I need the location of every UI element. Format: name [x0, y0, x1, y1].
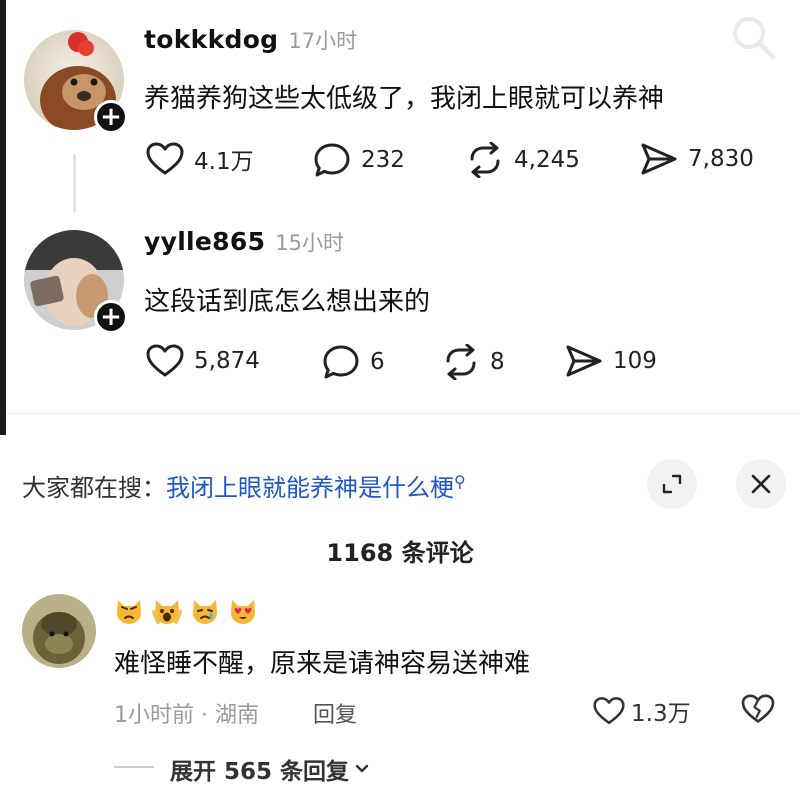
reply-button[interactable]: 回复 [313, 697, 357, 729]
pouting-cat-icon [117, 600, 141, 624]
share-button[interactable]: 7,830 [640, 142, 754, 176]
expand-divider [114, 766, 154, 768]
repost-button[interactable]: 4,245 [466, 142, 580, 178]
expand-sheet-button[interactable] [647, 459, 697, 509]
share-count: 7,830 [688, 146, 754, 172]
comment-count: 232 [361, 147, 405, 173]
like-button[interactable]: 4.1万 [146, 142, 254, 176]
search-icon[interactable] [730, 14, 778, 62]
like-count: 5,874 [194, 348, 260, 374]
thread-connector-line [73, 154, 76, 212]
close-button[interactable] [736, 459, 786, 509]
repost-count: 8 [490, 349, 505, 375]
post-text: 这段话到底怎么想出来的 [144, 287, 431, 317]
comment-button[interactable]: 6 [322, 344, 385, 380]
post-header: tokkkdog 17小时 [144, 25, 357, 55]
share-button[interactable]: 109 [565, 344, 657, 378]
weary-cat-icon [152, 600, 182, 624]
post-header: yylle865 15小时 [144, 227, 344, 257]
like-count: 4.1万 [194, 149, 254, 175]
repost-icon [446, 344, 476, 380]
repost-button[interactable]: 8 [442, 344, 505, 380]
post-time: 17小时 [288, 29, 358, 53]
repost-icon [470, 142, 500, 178]
suggestion-lead: 大家都在搜： [22, 474, 166, 502]
comment-meta: 1小时前 · 湖南 [114, 703, 259, 728]
screen-edge [0, 0, 6, 435]
heart-eyes-cat-icon [231, 600, 255, 624]
heart-icon [146, 344, 184, 377]
comment-bubble-icon [314, 143, 350, 177]
comment-button[interactable]: 232 [313, 142, 405, 178]
close-icon [751, 474, 771, 494]
share-count: 109 [613, 348, 657, 374]
comment-count: 6 [370, 349, 385, 375]
send-icon [566, 345, 602, 377]
follow-plus-badge[interactable]: + [94, 100, 128, 134]
send-icon [641, 143, 677, 175]
search-small-icon: ⚲ [454, 472, 466, 491]
crying-cat-icon [193, 600, 217, 624]
avatar[interactable] [22, 594, 96, 668]
suggestion-query-link[interactable]: 我闭上眼就能养神是什么梗 [166, 474, 454, 502]
username[interactable]: yylle865 [144, 227, 265, 256]
post-text: 养猫养狗这些太低级了，我闭上眼就可以养神 [144, 84, 665, 114]
username[interactable]: tokkkdog [144, 25, 278, 54]
post-time: 15小时 [275, 231, 345, 255]
expand-replies-label: 展开 565 条回复 [170, 759, 350, 785]
expand-icon [662, 474, 682, 494]
expand-replies-button[interactable]: 展开 565 条回复 [170, 752, 371, 786]
heart-icon [593, 697, 625, 725]
comments-count-title: 1168 条评论 [326, 539, 474, 567]
heart-icon [146, 142, 184, 175]
comment-text: 难怪睡不醒，原来是请神容易送神难 [114, 649, 531, 679]
repost-count: 4,245 [514, 147, 580, 173]
comment-like-count: 1.3万 [631, 701, 691, 727]
broken-heart-icon[interactable] [741, 694, 775, 724]
comment-bubble-icon [323, 345, 359, 379]
emoji-row [114, 596, 258, 626]
search-suggestion[interactable]: 大家都在搜：我闭上眼就能养神是什么梗⚲ [22, 468, 466, 503]
comment-like-button[interactable]: 1.3万 [593, 694, 691, 728]
like-button[interactable]: 5,874 [146, 344, 260, 378]
chevron-down-icon [355, 764, 369, 773]
follow-plus-badge[interactable]: + [94, 300, 128, 334]
divider [6, 413, 800, 414]
